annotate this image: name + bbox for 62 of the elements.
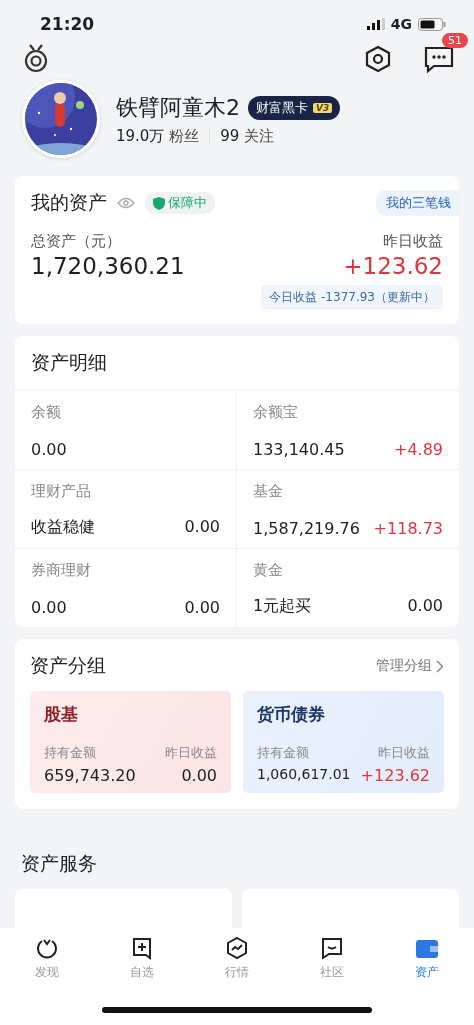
asset-value: 1,587,219.76: [253, 519, 360, 538]
followers-count[interactable]: 19.0万 粉丝: [116, 126, 200, 146]
nav-tab[interactable]: 资产: [379, 936, 474, 981]
asset-amount: +118.73: [373, 519, 443, 538]
three-funds-link[interactable]: 我的三笔钱: [376, 190, 459, 216]
shield-icon: [153, 196, 165, 210]
group-card[interactable]: 股基 持有金额 昨日收益 659,743.20 0.00: [30, 691, 231, 793]
trend-hexagon-icon: [225, 936, 249, 960]
following-count[interactable]: 99 关注: [220, 126, 275, 146]
yesterday-label: 昨日收益: [165, 744, 217, 762]
asset-amount: 0.00: [184, 517, 220, 538]
battery-icon: [418, 17, 446, 31]
yesterday-value: 0.00: [181, 766, 217, 785]
asset-value: 133,140.45: [253, 440, 345, 459]
held-value: 1,060,617.01: [257, 766, 351, 784]
group-name: 货币债券: [257, 703, 326, 726]
total-assets-value: 1,720,360.21: [31, 253, 185, 279]
section-title: 资产服务: [20, 851, 98, 876]
message-count-badge: 51: [442, 33, 468, 48]
asset-value: 0.00: [31, 598, 67, 617]
held-value: 659,743.20: [44, 766, 136, 785]
asset-label[interactable]: 黄金: [253, 561, 443, 580]
card-title: 资产分组: [30, 653, 106, 678]
manage-groups-link[interactable]: 管理分组: [376, 657, 444, 675]
nav-tab[interactable]: 行情: [189, 936, 285, 981]
total-assets-label: 总资产（元）: [31, 232, 122, 251]
asset-amount: +4.89: [393, 440, 443, 459]
yesterday-earnings-label: 昨日收益: [383, 232, 443, 251]
message-icon[interactable]: [424, 45, 454, 73]
held-label: 持有金额: [257, 744, 309, 762]
membership-badge[interactable]: 财富黑卡 V3: [248, 95, 341, 120]
asset-amount: 0.00: [407, 596, 443, 617]
signal-icon: [366, 18, 385, 30]
robot-logo-icon[interactable]: [22, 44, 50, 74]
chevron-right-icon: [436, 659, 444, 673]
protection-tag[interactable]: 保障中: [145, 192, 215, 214]
status-time: 21:20: [40, 14, 95, 34]
asset-label[interactable]: 余额: [31, 403, 220, 422]
asset-label[interactable]: 余额宝: [253, 403, 443, 422]
nav-tab[interactable]: 发现: [0, 936, 95, 981]
card-title: 我的资产: [31, 190, 107, 215]
asset-label[interactable]: 基金: [253, 482, 443, 501]
asset-value: 1元起买: [253, 596, 312, 617]
settings-icon[interactable]: [364, 45, 392, 73]
chat-icon: [319, 936, 344, 960]
asset-value: 收益稳健: [31, 517, 95, 538]
user-name: 铁臂阿童木2: [116, 93, 240, 122]
card-title: 资产明细: [31, 351, 107, 373]
group-name: 股基: [44, 703, 79, 726]
asset-value: 0.00: [31, 440, 67, 459]
asset-amount: 0.00: [184, 598, 220, 617]
today-earnings-note: 今日收益 -1377.93（更新中）: [261, 285, 443, 310]
yesterday-label: 昨日收益: [378, 744, 430, 762]
nav-tab[interactable]: 社区: [284, 936, 380, 981]
asset-label[interactable]: 券商理财: [31, 561, 220, 580]
held-label: 持有金额: [44, 744, 96, 762]
yesterday-value: +123.62: [360, 766, 430, 785]
asset-label[interactable]: 理财产品: [31, 482, 220, 501]
nav-tab[interactable]: 自选: [94, 936, 190, 981]
yesterday-earnings-value: +123.62: [343, 253, 443, 279]
group-card[interactable]: 货币债券 持有金额 昨日收益 1,060,617.01 +123.62: [243, 691, 444, 793]
network-label: 4G: [390, 16, 412, 32]
